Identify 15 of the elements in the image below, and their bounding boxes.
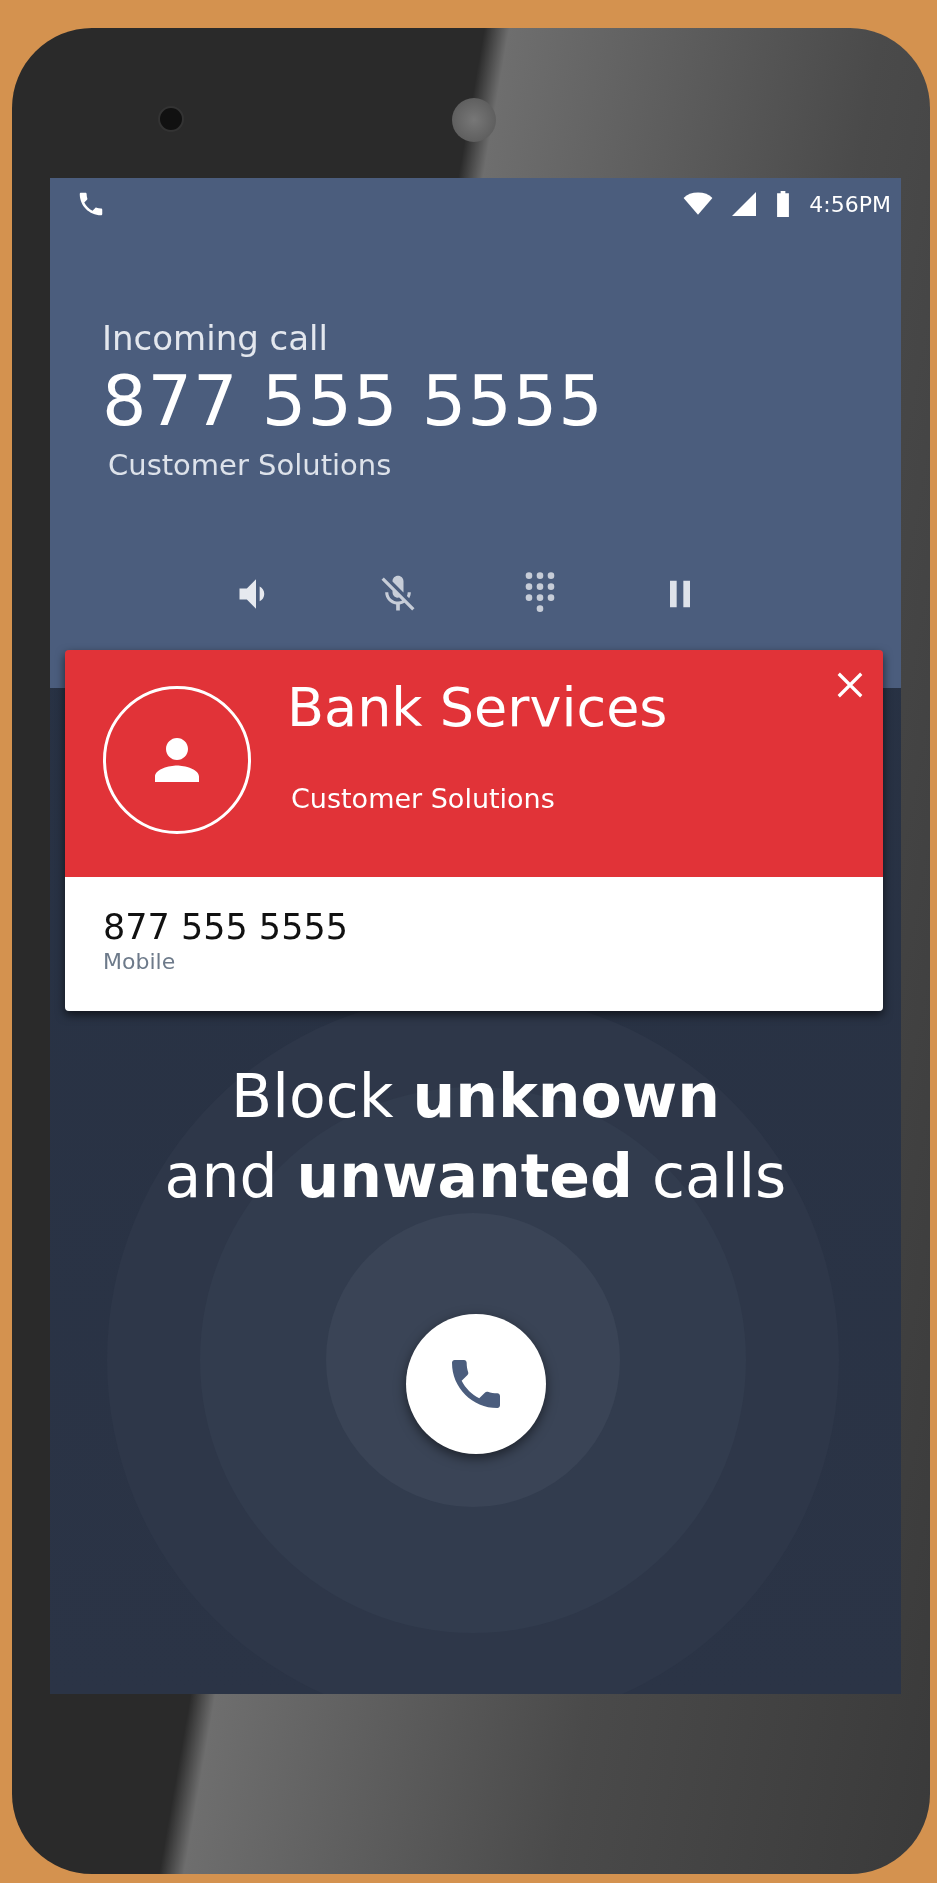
clock-time: 4:56PM (809, 191, 891, 217)
card-title: Bank Services (287, 676, 668, 739)
call-status-label: Incoming call (102, 318, 329, 358)
close-icon[interactable] (835, 670, 865, 700)
number-type: Mobile (103, 949, 177, 974)
caller-name: Customer Solutions (108, 448, 393, 482)
signal-icon (731, 192, 758, 216)
earpiece-speaker (452, 98, 496, 142)
wifi-icon (683, 192, 714, 216)
card-subtitle: Customer Solutions (291, 783, 556, 814)
caller-number: 877 555 5555 (102, 360, 605, 442)
phone-number: 877 555 5555 (103, 907, 349, 947)
camera-lens (158, 106, 184, 132)
tagline: Block unknown and unwanted calls (164, 1060, 787, 1213)
battery-icon (775, 191, 792, 217)
